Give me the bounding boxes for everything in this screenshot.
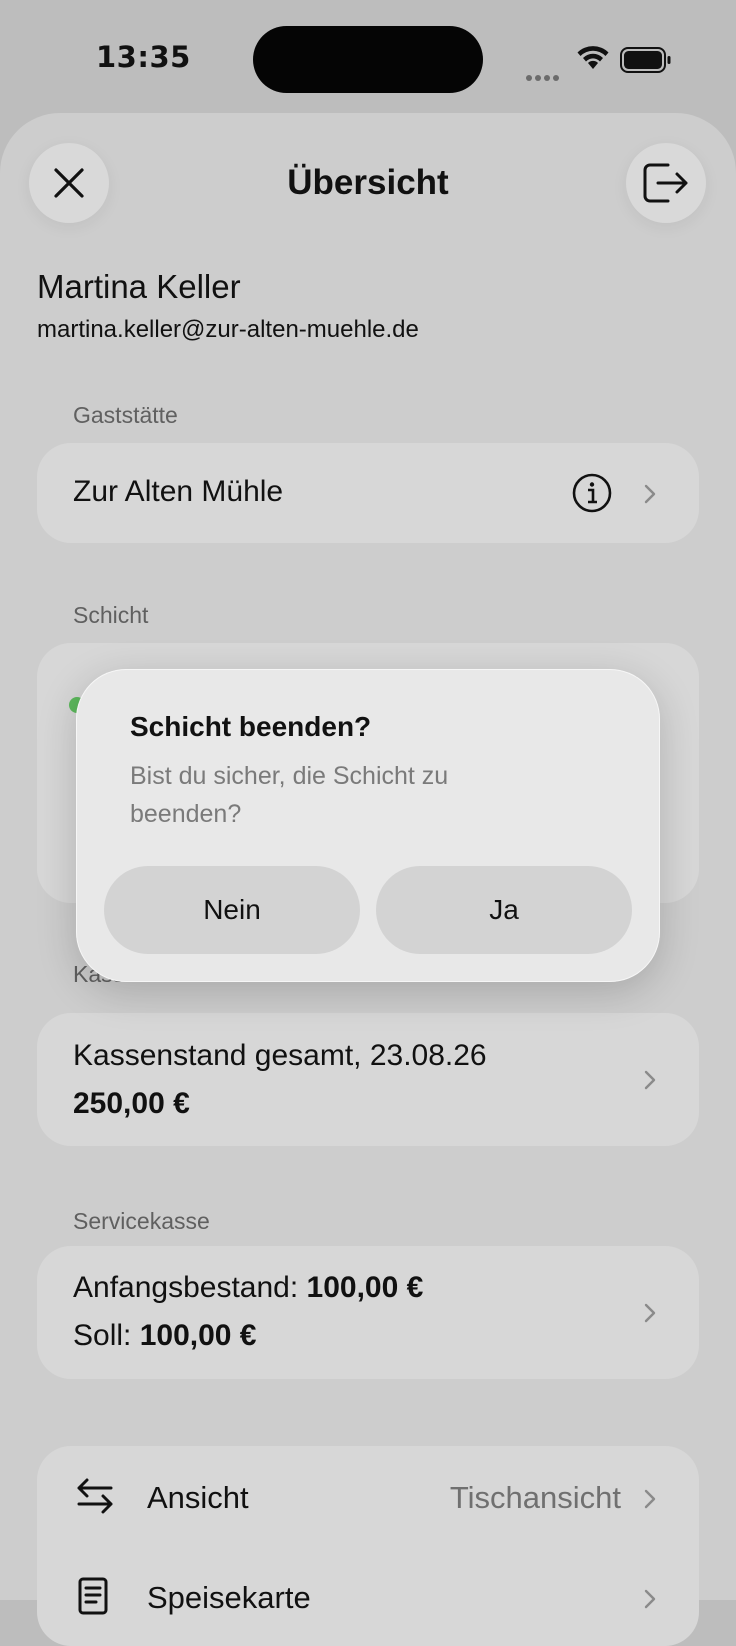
section-label-schicht: Schicht: [73, 602, 149, 628]
arrows-swap-icon: [77, 1478, 113, 1514]
battery-icon: [620, 47, 671, 73]
dialog-message: Bist du sicher, die Schicht zu beenden?: [130, 762, 449, 828]
dynamic-island: [253, 26, 483, 93]
menu-list-card: Ansicht Tischansicht Speisekarte: [37, 1446, 699, 1646]
chevron-right-icon: [644, 484, 656, 504]
cancel-button[interactable]: Nein: [104, 866, 360, 954]
chevron-right-icon: [644, 1589, 656, 1609]
status-icons: [526, 44, 676, 81]
menu-item-value: Tischansicht: [449, 1480, 621, 1515]
section-label-gaststaette: Gaststätte: [73, 402, 178, 428]
menu-item-ansicht[interactable]: Ansicht Tischansicht: [37, 1446, 699, 1550]
soll-row: Soll: 100,00 €: [73, 1319, 256, 1353]
info-icon[interactable]: [572, 473, 612, 513]
kassenstand-label: Kassenstand gesamt, 23.08.26: [73, 1039, 487, 1072]
confirm-button[interactable]: Ja: [376, 866, 632, 954]
anfangsbestand-label: Anfangsbestand:: [73, 1271, 307, 1304]
kassenstand-amount: 250,00 €: [73, 1087, 190, 1120]
kassenbuch-card[interactable]: Kassenstand gesamt, 23.08.26 250,00 €: [37, 1013, 699, 1146]
logout-icon: [643, 163, 688, 203]
logout-button[interactable]: [626, 143, 706, 223]
menu-item-label: Ansicht: [147, 1480, 249, 1515]
end-shift-dialog: Schicht beenden? Bist du sicher, die Sch…: [76, 669, 660, 982]
servicekasse-card[interactable]: Anfangsbestand: 100,00 € Soll: 100,00 €: [37, 1246, 699, 1379]
menu-card-icon: [78, 1577, 108, 1615]
status-bar: 13:35: [0, 0, 736, 116]
wifi-icon: [577, 46, 609, 69]
anfangsbestand-value: 100,00 €: [306, 1271, 424, 1304]
anfangsbestand-row: Anfangsbestand: 100,00 €: [73, 1271, 423, 1305]
gaststaette-name: Zur Alten Mühle: [73, 475, 284, 508]
chevron-right-icon: [644, 1489, 656, 1509]
section-label-servicekasse: Servicekasse: [73, 1208, 210, 1234]
menu-item-speisekarte[interactable]: Speisekarte: [37, 1550, 699, 1646]
soll-value: 100,00 €: [139, 1319, 257, 1352]
dialog-title: Schicht beenden?: [130, 711, 372, 742]
menu-item-label: Speisekarte: [147, 1580, 311, 1615]
cellular-signal-icon: [526, 66, 562, 85]
user-email: martina.keller@zur-alten-muehle.de: [37, 316, 419, 343]
soll-label: Soll:: [73, 1319, 140, 1352]
gaststaette-card[interactable]: Zur Alten Mühle: [37, 443, 699, 543]
chevron-right-icon: [644, 1303, 656, 1323]
chevron-right-icon: [644, 1070, 656, 1090]
user-name: Martina Keller: [37, 268, 241, 305]
status-time: 13:35: [96, 40, 191, 74]
